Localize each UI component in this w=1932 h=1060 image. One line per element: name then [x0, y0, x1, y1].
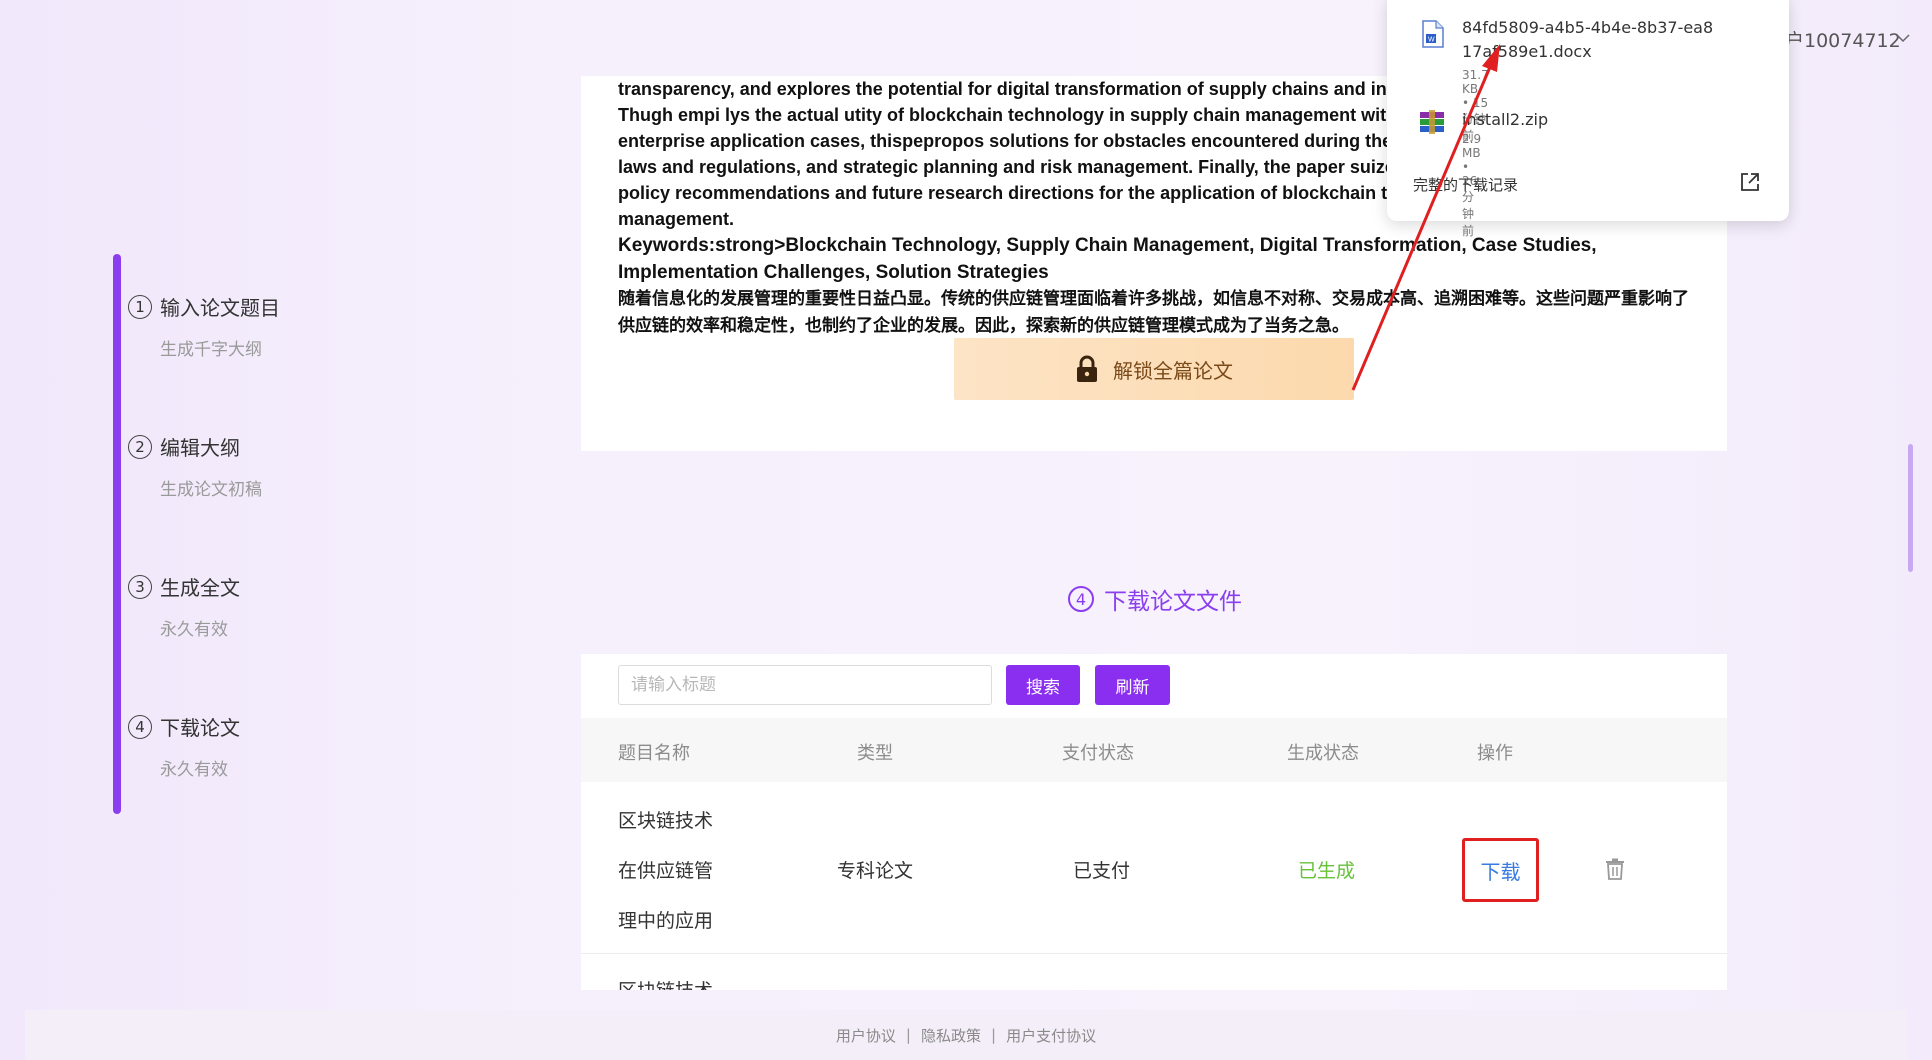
section-heading: 4 下载论文文件: [1068, 582, 1242, 616]
paper-type-cell: 专科论文: [837, 860, 914, 882]
scrollbar-thumb[interactable]: [1908, 444, 1913, 572]
paper-title-line: 在供应链管: [618, 860, 714, 882]
column-header-type: 类型: [857, 743, 893, 764]
lock-icon: [1077, 355, 1097, 382]
footer-link-privacy[interactable]: 隐私政策: [921, 1025, 981, 1046]
download-filename: install2.zip: [1462, 110, 1549, 129]
unlock-full-paper-button[interactable]: 解锁全篇论文: [954, 338, 1354, 400]
step-title: 下载论文: [160, 716, 240, 740]
footer-separator: |: [991, 1026, 997, 1044]
step-subtitle: 生成论文初稿: [160, 480, 262, 500]
paper-title-line: 区块链技术: [618, 810, 714, 832]
step-number: 3: [128, 574, 152, 599]
section-number: 4: [1068, 586, 1094, 612]
refresh-button[interactable]: 刷新: [1095, 665, 1170, 705]
column-header-title: 题目名称: [618, 743, 690, 764]
full-download-history-link[interactable]: 完整的下载记录: [1413, 174, 1518, 195]
download-filename: 84fd5809-a4b5-4b4e-8b37-ea817af589e1.doc…: [1462, 18, 1714, 61]
paper-files-table: 搜索 刷新 题目名称 类型 支付状态 生成状态 操作 区块链技术 在供应链管 理…: [581, 654, 1727, 990]
footer-link-payment-agreement[interactable]: 用户支付协议: [1006, 1025, 1096, 1046]
footer-separator: |: [905, 1026, 911, 1044]
open-external-icon[interactable]: [1739, 171, 1761, 193]
paper-chinese-paragraph: 随着信息化的发展管理的重要性日益凸显。传统的供应链管理面临着许多挑战，如信息不对…: [618, 289, 1689, 336]
paper-keywords: Keywords:strong>Blockchain Technology, S…: [618, 235, 1597, 283]
trash-icon[interactable]: [1605, 858, 1625, 880]
step-edit-outline[interactable]: 2 编辑大纲 生成论文初稿: [128, 432, 262, 500]
paper-title-cell-partial: 区块链技术: [618, 976, 713, 990]
download-button[interactable]: 下载: [1462, 838, 1539, 902]
word-doc-icon: W: [1422, 20, 1444, 48]
step-download-paper[interactable]: 4 下载论文 永久有效: [128, 712, 240, 780]
column-header-actions: 操作: [1477, 743, 1513, 764]
column-header-gen-status: 生成状态: [1287, 743, 1359, 764]
unlock-label: 解锁全篇论文: [1113, 358, 1233, 383]
paper-title-cell: 区块链技术 在供应链管 理中的应用: [618, 796, 728, 946]
step-number: 1: [128, 294, 152, 319]
table-header: 题目名称 类型 支付状态 生成状态 操作: [581, 718, 1727, 782]
step-input-title[interactable]: 1 输入论文题目 生成千字大纲: [128, 292, 280, 360]
step-title: 生成全文: [160, 576, 240, 600]
step-subtitle: 永久有效: [160, 760, 228, 780]
paper-title-line: 理中的应用: [618, 910, 714, 932]
progress-rail: [113, 254, 121, 814]
step-generate-full[interactable]: 3 生成全文 永久有效: [128, 572, 240, 640]
title-search-input[interactable]: [618, 665, 992, 705]
step-subtitle: 永久有效: [160, 620, 228, 640]
download-label: 下载: [1480, 859, 1521, 884]
table-row: 区块链技术 在供应链管 理中的应用 专科论文 已支付 已生成 下载: [581, 782, 1727, 954]
step-subtitle: 生成千字大纲: [160, 340, 262, 360]
user-account-label[interactable]: 户10074712: [1785, 26, 1901, 53]
section-title: 下载论文文件: [1104, 589, 1242, 615]
chevron-down-icon[interactable]: [1895, 30, 1911, 46]
pay-status-cell: 已支付: [1073, 860, 1131, 882]
column-header-pay-status: 支付状态: [1062, 743, 1134, 764]
step-title: 编辑大纲: [160, 436, 240, 460]
search-button[interactable]: 搜索: [1006, 665, 1080, 705]
winrar-archive-icon: [1420, 110, 1444, 134]
browser-downloads-popup: W 84fd5809-a4b5-4b4e-8b37-ea817af589e1.d…: [1387, 0, 1789, 238]
footer-link-user-agreement[interactable]: 用户协议: [836, 1025, 896, 1046]
step-number: 2: [128, 434, 152, 459]
step-title: 输入论文题目: [160, 296, 280, 320]
gen-status-cell: 已生成: [1298, 860, 1356, 882]
step-number: 4: [128, 714, 152, 739]
site-footer: 用户协议 | 隐私政策 | 用户支付协议: [25, 1010, 1907, 1060]
svg-text:W: W: [1428, 37, 1435, 44]
